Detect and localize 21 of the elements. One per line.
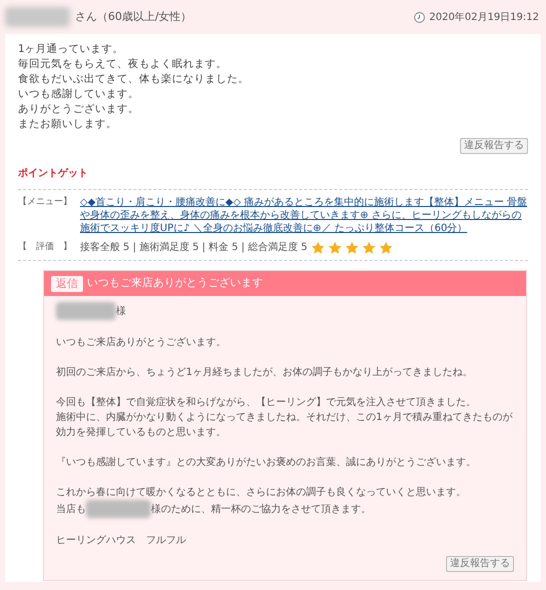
review-text: 1ヶ月通っています。 毎回元気をもらえて、夜もよく眠れます。 食欲もだいぶ出てきて、体も楽になりました。 いつも感謝しています。 ありがとうございます。 またお願いします。 xyxy=(18,42,250,132)
report-button[interactable]: 違反報告する xyxy=(460,138,528,154)
rating-scores: 接客全般 5 | 施術満足度 5 | 料金 5 | 総合満足度 5 xyxy=(80,240,308,255)
reply-text: 様のために、精一杯のご協力をさせて頂きます。 xyxy=(151,502,371,516)
salutation: 様 xyxy=(116,304,126,318)
reply-title: いつもご来店ありがとうございます xyxy=(87,275,263,292)
reply-paragraph: 今回も【整体】で自覚症状を和らげながら、【ヒーリング】で元気を注入させて頂きました。 施術中に、内臓がかなり動くようになってきましたね。それだけ、この1ヶ月で積み重ねてきたものが効力を発揮しているものと思います。 xyxy=(56,396,514,440)
reply-paragraph: ヒーリングハウス フルフル xyxy=(56,534,187,548)
reply-paragraph: これから春に向けて暖かくなるとともに、さらにお体の調子も良くなっていくと思います。 xyxy=(56,486,467,500)
menu-label: 【メニュー】 xyxy=(18,196,73,209)
points-label: ポイントゲット xyxy=(18,167,89,181)
rating-label: 【 評価 】 xyxy=(18,240,73,254)
reply-badge: 返信 xyxy=(51,276,83,292)
menu-link[interactable]: ◇◆首こり・肩こり・腰痛改善に◆◇ 痛みがあるところを集中的に施術します【整体】メニュー 骨盤や身体の歪みを整え、身体の痛みを根本から改善していきます⊕ さらに、ヒーリングもしながらの施術でスッキリ度UPに♪ ＼全身のお悩み徹底改善に⊕／ たっぷり整体コース（60分） xyxy=(80,196,528,235)
reply-paragraph: 初回のご来店から、ちょうど1ヶ月経ちましたが、お体の調子もかなり上がってきましたね。 xyxy=(56,366,474,380)
reviewer-info: さん（60歳以上/女性） xyxy=(75,8,192,25)
reply-paragraph: いつもご来店ありがとうございます。 xyxy=(56,336,227,350)
report-button[interactable]: 違反報告する xyxy=(446,556,514,572)
reply-text: 当店も xyxy=(56,502,86,516)
reply-paragraph: 『いつも感謝しています』との大変ありがたいお褒めのお言葉、誠にありがとうございます。 xyxy=(56,456,477,470)
date-time: 2020年02月19日19:12 xyxy=(429,10,539,24)
